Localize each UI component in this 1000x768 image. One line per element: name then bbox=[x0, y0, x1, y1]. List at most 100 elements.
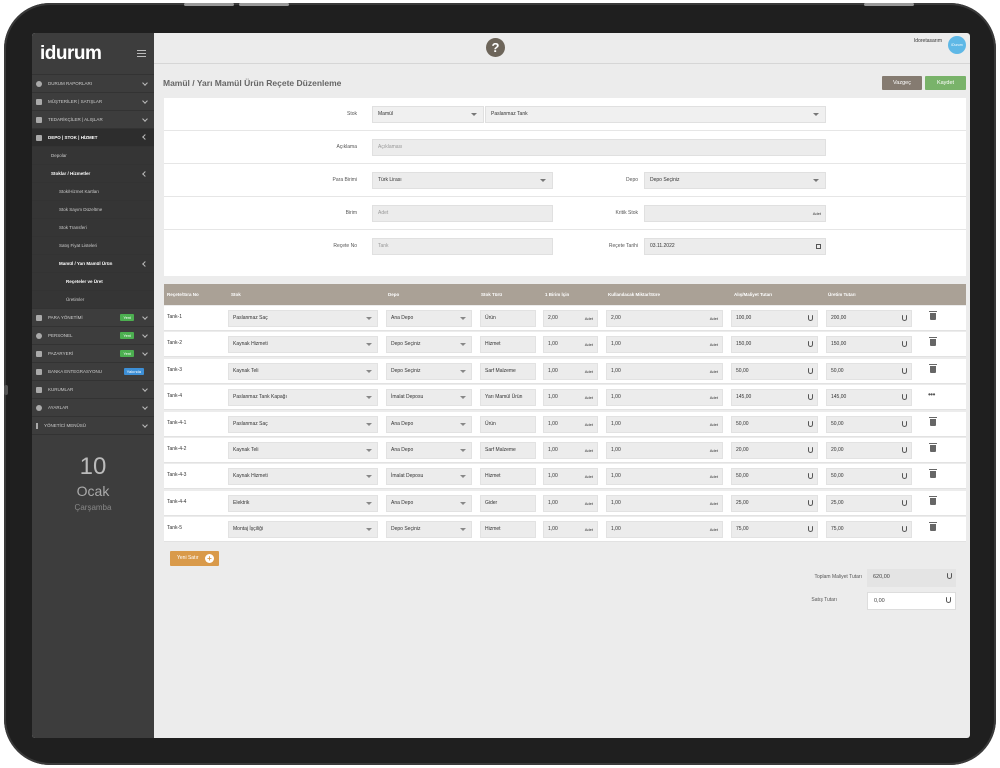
row-birim-input[interactable]: 1,00 Adet bbox=[543, 521, 598, 539]
sidebar-item-musteriler[interactable]: MÜŞTERİLER | SATIŞLAR bbox=[32, 93, 154, 111]
row-no: Tank-4-3 bbox=[167, 472, 187, 479]
row-maliyet-input[interactable]: 50,00 bbox=[731, 415, 818, 433]
sidebar-sub-stok-kartlari[interactable]: Stok/Hizmet Kartları bbox=[32, 183, 154, 201]
avatar[interactable]: iDurum bbox=[948, 36, 966, 54]
row-depo-select[interactable]: Depo Seçiniz bbox=[386, 521, 472, 539]
stok-select[interactable]: Paslanmaz Tank bbox=[485, 106, 826, 123]
row-miktar-input[interactable]: 1,00 Adet bbox=[606, 336, 723, 354]
row-depo-select[interactable]: Depo Seçiniz bbox=[386, 336, 472, 354]
row-stok-select[interactable]: Montaj İşçiliği bbox=[228, 521, 378, 539]
trash-icon[interactable] bbox=[929, 469, 937, 479]
row-depo-select[interactable]: Ana Depo bbox=[386, 494, 472, 512]
sidebar-item-pazaryeri[interactable]: PAZARYERİ Yeni bbox=[32, 345, 154, 363]
trash-icon[interactable] bbox=[929, 311, 937, 320]
satis-input[interactable]: 0,00 bbox=[867, 592, 956, 610]
row-maliyet-input[interactable]: 150,00 bbox=[731, 336, 818, 354]
unit-label: Adet bbox=[709, 395, 718, 401]
row-stok-select[interactable]: Kaynak Teli bbox=[228, 442, 378, 459]
sidebar-item-tedarikciler[interactable]: TEDARİKÇİLER | ALIŞLAR bbox=[32, 111, 154, 129]
row-maliyet-input[interactable]: 50,00 bbox=[731, 468, 818, 486]
sidebar-sub-sayim[interactable]: Stok Sayım Düzeltme bbox=[32, 201, 154, 219]
sidebar-sub-mamul[interactable]: Mamül / Yarı Mamül Ürün bbox=[32, 255, 154, 273]
row-miktar-input[interactable]: 1,00 Adet bbox=[606, 415, 723, 433]
sidebar-sub-uretimler[interactable]: Üretimler bbox=[32, 291, 154, 309]
sidebar-item-ayarlar[interactable]: AYARLAR bbox=[32, 399, 154, 417]
trash-icon[interactable] bbox=[929, 416, 937, 426]
row-miktar-input[interactable]: 1,00 Adet bbox=[606, 494, 723, 512]
row-stok-select[interactable]: Paslanmaz Tank Kapağı bbox=[228, 389, 378, 407]
row-miktar-input[interactable]: 1,00 Adet bbox=[606, 389, 723, 407]
more-icon[interactable]: ••• bbox=[928, 390, 935, 399]
row-maliyet-input[interactable]: 50,00 bbox=[731, 362, 818, 380]
row-maliyet-input[interactable]: 100,00 bbox=[731, 310, 818, 327]
row-stok-select[interactable]: Kaynak Hizmeti bbox=[228, 336, 378, 354]
row-birim-input[interactable]: 1,00 Adet bbox=[543, 362, 598, 380]
row-depo-select[interactable]: Ana Depo bbox=[386, 442, 472, 459]
save-button[interactable]: Kaydet bbox=[925, 76, 966, 90]
row-depo-select[interactable]: Depo Seçiniz bbox=[386, 362, 472, 380]
add-row-button[interactable]: Yeni Satır + bbox=[170, 551, 219, 566]
sidebar-item-banka[interactable]: BANKA ENTEGRASYONU Yakında bbox=[32, 363, 154, 381]
recete-input[interactable]: Tank bbox=[372, 238, 553, 255]
row-birim-input[interactable]: 1,00 Adet bbox=[543, 415, 598, 433]
row-miktar-input[interactable]: 1,00 Adet bbox=[606, 468, 723, 486]
row-birim-input[interactable]: 1,00 Adet bbox=[543, 389, 598, 407]
calendar-icon[interactable] bbox=[816, 244, 821, 249]
row-stok-select[interactable]: Kaynak Teli bbox=[228, 362, 378, 380]
row-miktar-input[interactable]: 2,00 Adet bbox=[606, 310, 723, 327]
row-uretim-value: 200,00 bbox=[826, 310, 912, 327]
depo-select[interactable]: Depo Seçiniz bbox=[644, 172, 826, 189]
row-maliyet-input[interactable]: 20,00 bbox=[731, 442, 818, 459]
sidebar-sub-depolar[interactable]: Depolar bbox=[32, 147, 154, 165]
menu-icon[interactable] bbox=[137, 50, 146, 57]
unit-label: Adet bbox=[584, 316, 593, 321]
row-maliyet-input[interactable]: 25,00 bbox=[731, 494, 818, 512]
row-tur: Hizmet bbox=[480, 468, 536, 486]
row-depo-select[interactable]: Ana Depo bbox=[386, 310, 472, 327]
sidebar-item-para[interactable]: PARA YÖNETİMİ Yeni bbox=[32, 309, 154, 327]
row-stok-select[interactable]: Paslanmaz Saç bbox=[228, 310, 378, 327]
help-icon[interactable]: ? bbox=[486, 38, 505, 57]
para-select[interactable]: Türk Lirası bbox=[372, 172, 553, 189]
tarih-input[interactable]: 03.11.2022 bbox=[644, 238, 826, 255]
row-depo-select[interactable]: Ana Depo bbox=[386, 415, 472, 433]
row-depo-select[interactable]: İmalat Deposu bbox=[386, 468, 472, 486]
row-depo-select[interactable]: İmalat Deposu bbox=[386, 389, 472, 407]
sidebar-item-depo[interactable]: DEPO | STOK | HİZMET bbox=[32, 129, 154, 147]
row-stok-select[interactable]: Paslanmaz Saç bbox=[228, 415, 378, 433]
row-maliyet-input[interactable]: 145,00 bbox=[731, 389, 818, 407]
trash-icon[interactable] bbox=[929, 443, 937, 452]
trash-icon[interactable] bbox=[929, 522, 937, 532]
row-miktar-input[interactable]: 1,00 Adet bbox=[606, 521, 723, 539]
row-stok-select[interactable]: Elektrik bbox=[228, 494, 378, 512]
birim-input[interactable]: Adet bbox=[372, 205, 553, 222]
sidebar-item-kurumlar[interactable]: KURUMLAR bbox=[32, 381, 154, 399]
user-name[interactable]: Idoretasarım bbox=[914, 38, 942, 44]
row-birim-input[interactable]: 1,00 Adet bbox=[543, 494, 598, 512]
row-birim-input[interactable]: 1,00 Adet bbox=[543, 468, 598, 486]
sidebar-sub-transfer[interactable]: Stok Transferi bbox=[32, 219, 154, 237]
cancel-button[interactable]: Vazgeç bbox=[882, 76, 922, 90]
row-birim-input[interactable]: 2,00 Adet bbox=[543, 310, 598, 327]
row-miktar-input[interactable]: 1,00 Adet bbox=[606, 442, 723, 459]
row-birim-input[interactable]: 1,00 Adet bbox=[543, 336, 598, 354]
sidebar-item-durum[interactable]: DURUM RAPORLARI bbox=[32, 75, 154, 93]
row-birim-input[interactable]: 1,00 Adet bbox=[543, 442, 598, 459]
row-maliyet-input[interactable]: 75,00 bbox=[731, 521, 818, 539]
form-row-recete: Reçete No Tank Reçete Tarihi 03.11.2022 bbox=[164, 230, 966, 263]
aciklama-input[interactable]: Açıklaması bbox=[372, 139, 826, 156]
stok-type-select[interactable]: Mamül bbox=[372, 106, 484, 123]
lira-icon bbox=[808, 499, 813, 506]
logo[interactable]: idurum bbox=[40, 43, 102, 65]
sidebar-item-yonetici[interactable]: YÖNETİCİ MENÜSÜ bbox=[32, 417, 154, 435]
row-miktar-input[interactable]: 1,00 Adet bbox=[606, 362, 723, 380]
sidebar-item-personel[interactable]: PERSONEL Yeni bbox=[32, 327, 154, 345]
row-stok-select[interactable]: Kaynak Hizmeti bbox=[228, 468, 378, 486]
sidebar-sub-fiyat[interactable]: Satış Fiyat Listeleri bbox=[32, 237, 154, 255]
sidebar-sub-receteler[interactable]: Reçeteler ve Üret bbox=[32, 273, 154, 291]
trash-icon[interactable] bbox=[929, 495, 937, 505]
kritik-input[interactable]: Adet bbox=[644, 205, 826, 222]
trash-icon[interactable] bbox=[929, 363, 937, 373]
sidebar-sub-stoklar[interactable]: Stoklar / Hizmetler bbox=[32, 165, 154, 183]
trash-icon[interactable] bbox=[929, 337, 937, 347]
